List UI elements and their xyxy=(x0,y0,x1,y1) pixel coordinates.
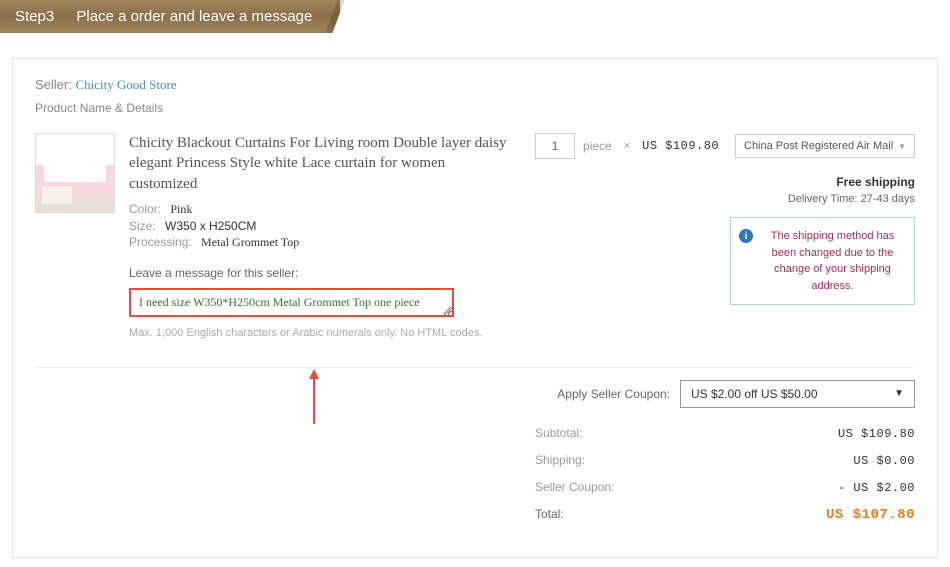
product-thumbnail[interactable] xyxy=(35,133,115,213)
product-section: Chicity Blackout Curtains For Living roo… xyxy=(35,133,915,339)
shipping-method-select[interactable]: China Post Registered Air Mail ▼ xyxy=(735,134,915,158)
message-hint: Max. 1,000 English characters or Arabic … xyxy=(129,327,509,339)
coupon-select[interactable]: US $2.00 off US $50.00 ▼ xyxy=(680,380,915,408)
seller-label: Seller: xyxy=(35,77,72,92)
summary-total: Total: US $107.80 xyxy=(35,507,915,523)
product-title[interactable]: Chicity Blackout Curtains For Living roo… xyxy=(129,133,509,194)
shipping-method-selected: China Post Registered Air Mail xyxy=(744,140,893,152)
summary-shipping: Shipping: US $0.00 xyxy=(35,453,915,468)
summary-coupon: Seller Coupon: - US $2.00 xyxy=(35,480,915,495)
message-textarea[interactable]: I need size W350*H250cm Metal Grommet To… xyxy=(129,288,454,317)
seller-link[interactable]: Chicity Good Store xyxy=(75,77,176,92)
annotation-arrow xyxy=(313,369,315,424)
coupon-row: Apply Seller Coupon: US $2.00 off US $50… xyxy=(35,380,915,408)
info-icon: i xyxy=(739,229,753,243)
attr-color: Color: Pink xyxy=(129,202,509,217)
message-section: Leave a message for this seller: I need … xyxy=(129,266,509,339)
right-column: piece × US $109.80 China Post Registered… xyxy=(535,133,915,339)
chevron-down-icon: ▼ xyxy=(894,388,904,399)
attr-size: Size: W350 x H250CM xyxy=(129,219,509,233)
step-banner: Step3 Place a order and leave a message xyxy=(0,0,950,33)
multiply-symbol: × xyxy=(624,140,630,152)
attr-processing: Processing: Metal Grommet Top xyxy=(129,235,509,250)
chevron-down-icon: ▼ xyxy=(898,142,906,151)
shipping-notice: i The shipping method has been changed d… xyxy=(730,217,915,305)
order-summary: Apply Seller Coupon: US $2.00 off US $50… xyxy=(35,367,915,523)
line-price: US $109.80 xyxy=(642,139,719,153)
qty-price-row: piece × US $109.80 China Post Registered… xyxy=(535,133,915,159)
seller-row: Seller: Chicity Good Store xyxy=(35,77,915,93)
step-number: Step3 xyxy=(15,8,54,25)
delivery-time: Delivery Time: 27-43 days xyxy=(535,193,915,205)
free-shipping-label: Free shipping xyxy=(535,175,915,189)
shipping-notice-text: The shipping method has been changed due… xyxy=(761,228,904,294)
order-container: Seller: Chicity Good Store Product Name … xyxy=(12,58,938,558)
quantity-input[interactable] xyxy=(535,133,575,159)
product-details: Chicity Blackout Curtains For Living roo… xyxy=(129,133,509,339)
product-details-label: Product Name & Details xyxy=(35,101,915,115)
step-title: Place a order and leave a message xyxy=(76,8,312,25)
coupon-selected: US $2.00 off US $50.00 xyxy=(691,387,818,401)
coupon-label: Apply Seller Coupon: xyxy=(557,387,670,401)
message-label: Leave a message for this seller: xyxy=(129,266,509,280)
summary-subtotal: Subtotal: US $109.80 xyxy=(35,426,915,441)
quantity-unit: piece xyxy=(583,139,612,153)
